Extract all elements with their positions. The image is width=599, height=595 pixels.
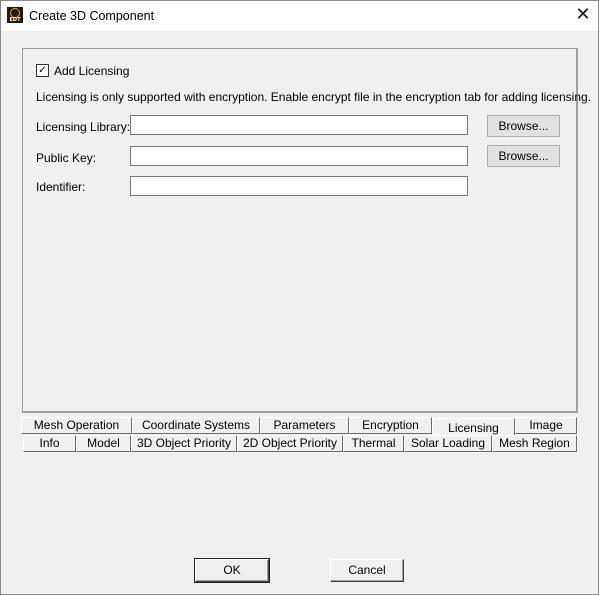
licensing-info-text: Licensing is only supported with encrypt… (36, 90, 591, 104)
window-title: Create 3D Component (29, 9, 155, 23)
identifier-input[interactable] (130, 176, 468, 196)
tab-solar-loading[interactable]: Solar Loading (404, 435, 492, 452)
tab-info[interactable]: Info (23, 435, 76, 452)
tab-2d-object-priority[interactable]: 2D Object Priority (237, 435, 343, 452)
tab-image[interactable]: Image (515, 417, 577, 434)
tab-mesh-region[interactable]: Mesh Region (492, 435, 577, 452)
ok-button[interactable]: OK (194, 558, 270, 583)
licensing-library-input[interactable] (130, 115, 468, 135)
icon-text: EDT (9, 17, 21, 23)
identifier-label: Identifier: (36, 180, 86, 194)
title-bar[interactable]: EDT Create 3D Component ✕ (1, 1, 598, 31)
public-key-input[interactable] (130, 146, 468, 166)
add-licensing-label[interactable]: Add Licensing (54, 64, 129, 78)
tab-model[interactable]: Model (76, 435, 131, 452)
tab-parameters[interactable]: Parameters (260, 417, 349, 434)
tab-3d-object-priority[interactable]: 3D Object Priority (131, 435, 237, 452)
public-key-label: Public Key: (36, 151, 97, 165)
cancel-button[interactable]: Cancel (330, 559, 404, 582)
close-icon[interactable]: ✕ (568, 1, 598, 31)
tab-thermal[interactable]: Thermal (343, 435, 404, 452)
tab-licensing[interactable]: Licensing (432, 418, 515, 436)
licensing-library-label: Licensing Library: (36, 120, 131, 134)
app-icon: EDT (7, 7, 23, 23)
licensing-library-browse-button[interactable]: Browse... (487, 115, 560, 137)
dialog-window: EDT Create 3D Component ✕ ✓ Add Licensin… (0, 0, 599, 595)
add-licensing-checkbox[interactable]: ✓ (36, 64, 49, 77)
tab-encryption[interactable]: Encryption (349, 417, 432, 434)
public-key-browse-button[interactable]: Browse... (487, 145, 560, 167)
tab-mesh-operation[interactable]: Mesh Operation (21, 417, 132, 434)
tab-coordinate-systems[interactable]: Coordinate Systems (132, 417, 260, 434)
